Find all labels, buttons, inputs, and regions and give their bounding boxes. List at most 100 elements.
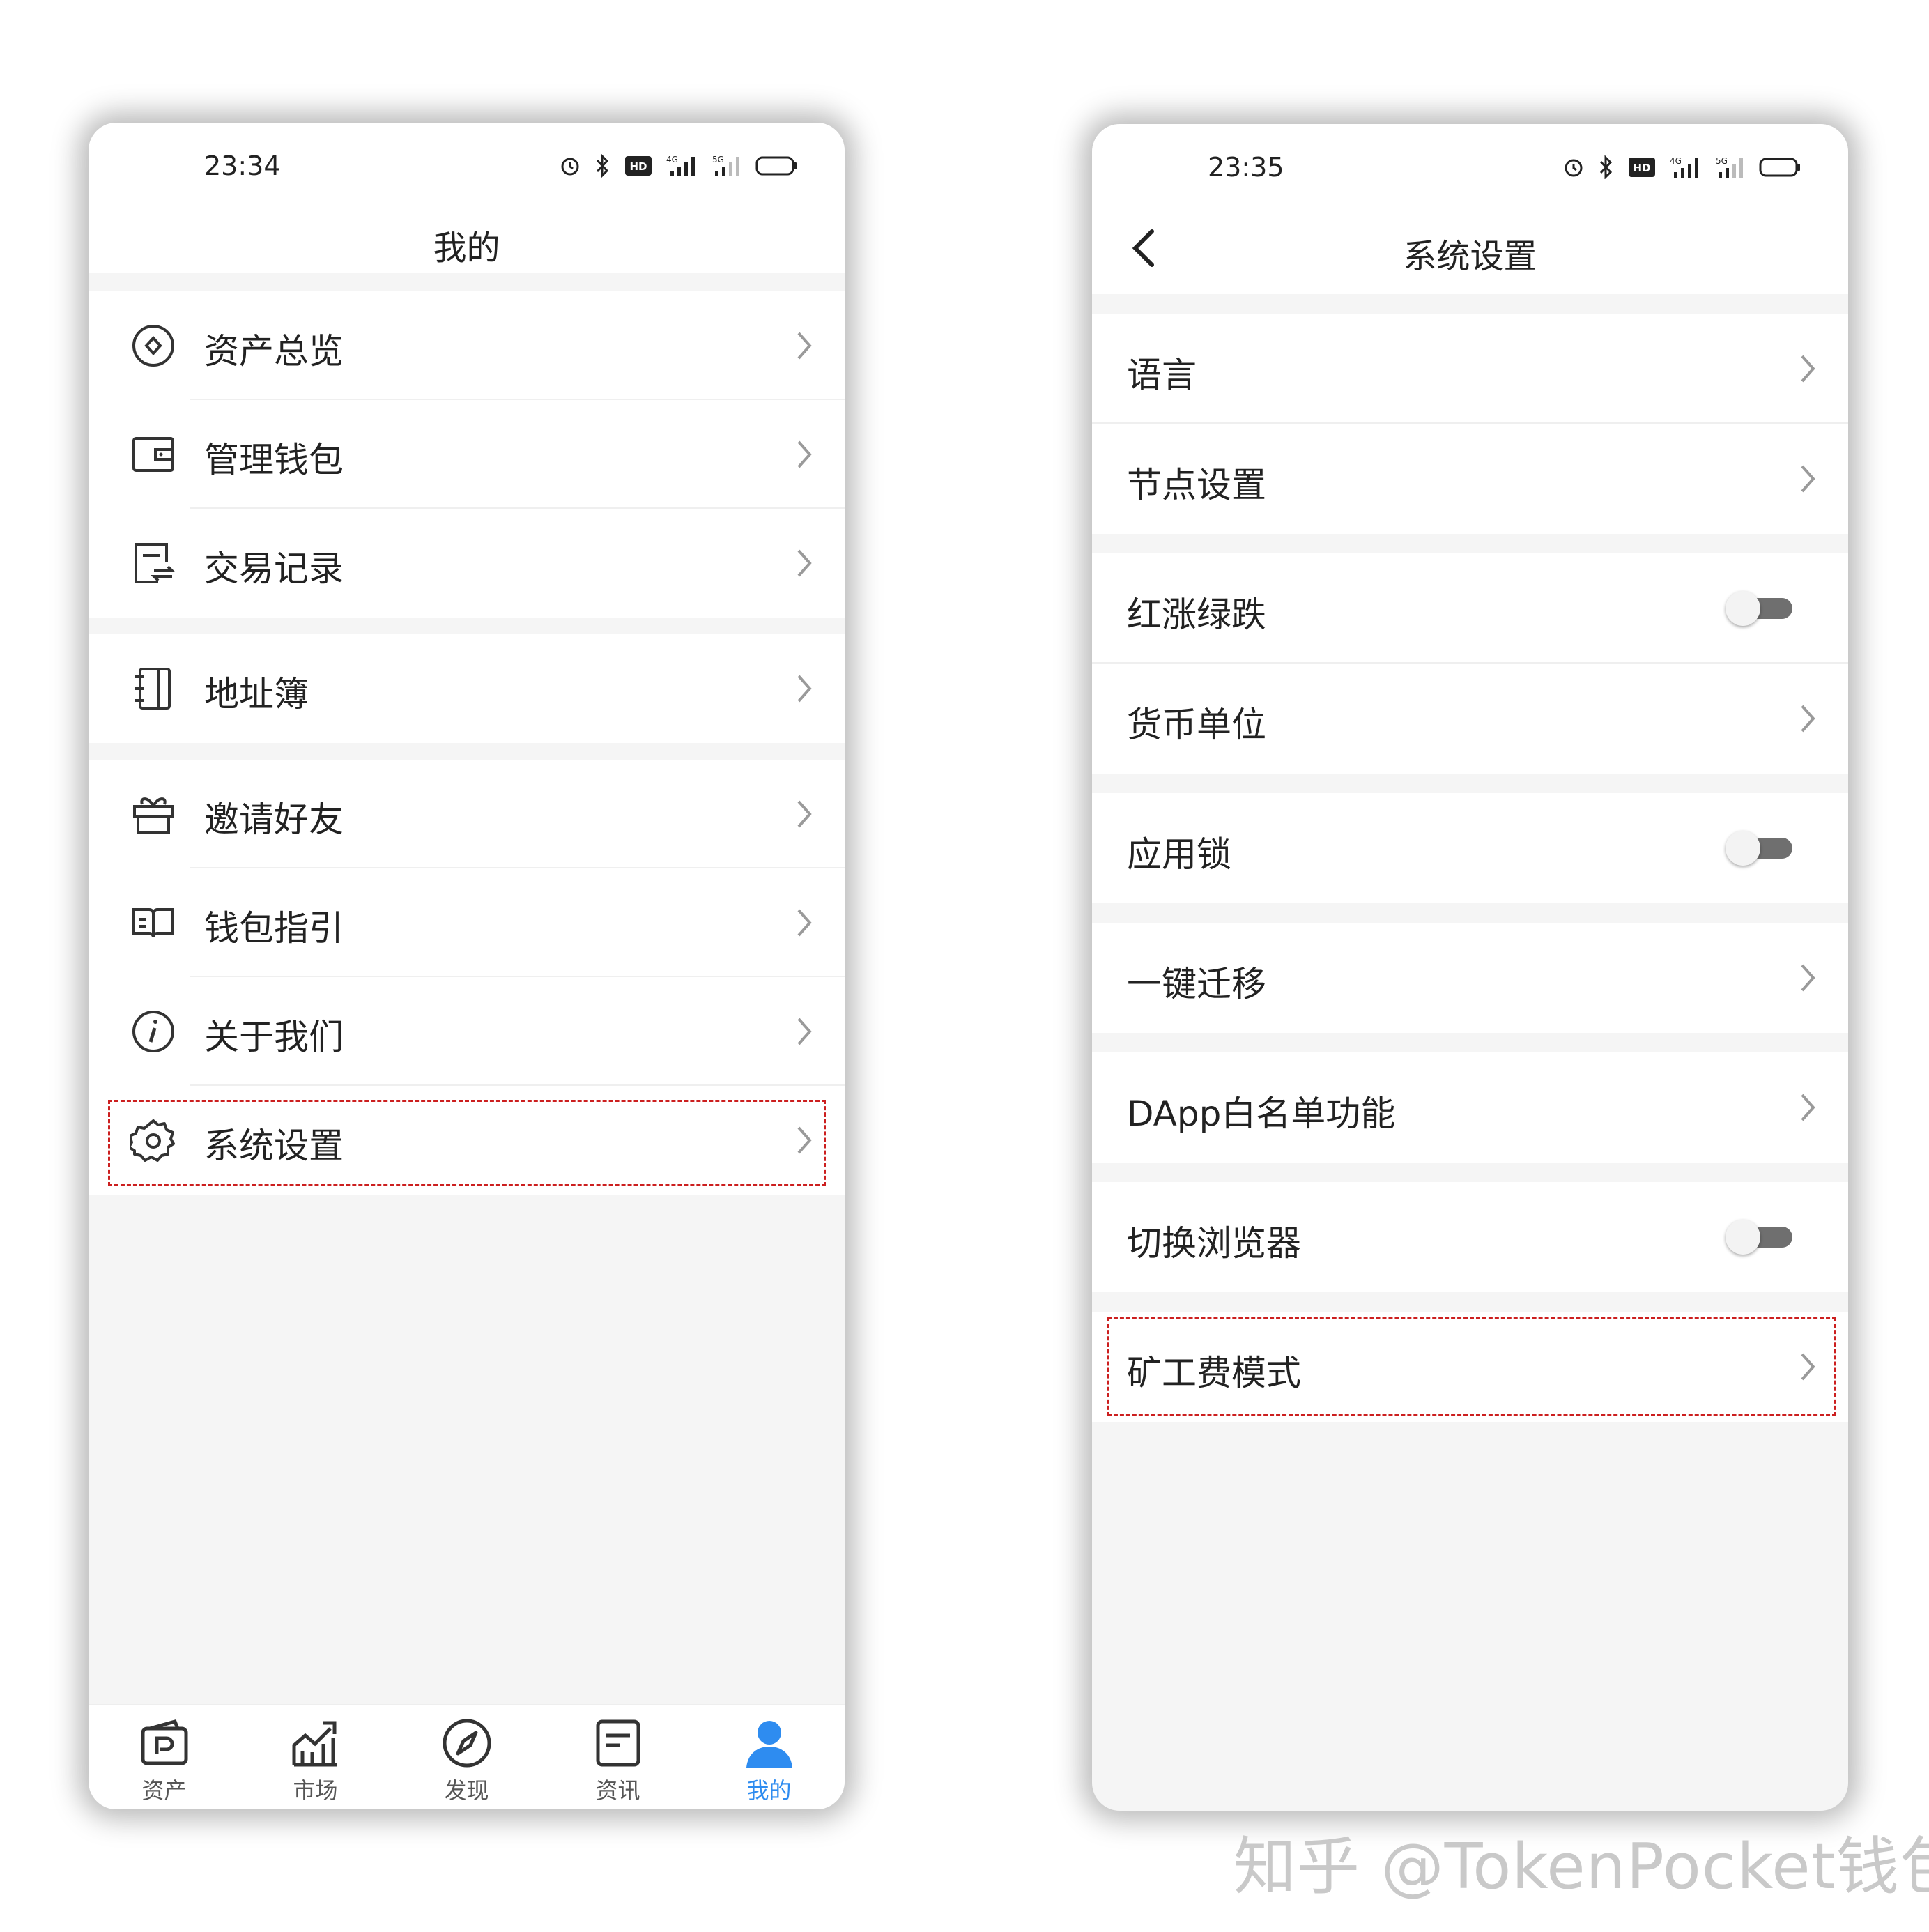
status-time: 23:35 (1208, 152, 1284, 183)
signal-5g-icon: 5G (1716, 156, 1743, 178)
setting-red-up-green-down[interactable]: 红涨绿跌 (1092, 553, 1848, 664)
setting-label: 红涨绿跌 (1127, 595, 1266, 635)
watermark: 知乎 @TokenPocket钱包 (1234, 1830, 1929, 1903)
menu-item-asset-overview[interactable]: 资产总览 (89, 291, 845, 400)
status-bar: 23:34 HD 4G 5G (89, 123, 845, 206)
chevron-right-icon (1801, 964, 1815, 992)
setting-node[interactable]: 节点设置 (1092, 424, 1848, 534)
tab-market[interactable]: 市场 (240, 1705, 391, 1809)
setting-label: DApp白名单功能 (1127, 1094, 1396, 1134)
tab-label: 市场 (293, 1777, 338, 1804)
svg-text:HD: HD (629, 160, 647, 173)
chevron-right-icon (797, 800, 812, 828)
info-icon (132, 1011, 174, 1052)
chevron-right-icon (797, 909, 812, 937)
setting-label: 切换浏览器 (1127, 1223, 1301, 1264)
signal-4g-icon: 4G (666, 155, 695, 176)
setting-currency-unit[interactable]: 货币单位 (1092, 664, 1848, 774)
bottom-tab-bar: 资产 市场 发现 资讯 我的 (89, 1704, 845, 1809)
hd-icon: HD (625, 156, 652, 176)
menu-item-about-us[interactable]: 关于我们 (89, 977, 845, 1086)
chevron-right-icon (1801, 465, 1815, 493)
chevron-right-icon (797, 332, 812, 360)
menu-item-address-book[interactable]: 地址簿 (89, 634, 845, 743)
chevron-right-icon (797, 440, 812, 468)
chevron-right-icon (797, 675, 812, 703)
phone-screen-my: 23:34 HD 4G 5G 我的 资产总览 管理钱包 交易记录 地址簿 邀请好… (89, 123, 845, 1809)
gift-icon (133, 797, 174, 834)
setting-dapp-whitelist[interactable]: DApp白名单功能 (1092, 1052, 1848, 1163)
setting-miner-fee-mode[interactable]: 矿工费模式 (1092, 1312, 1848, 1422)
menu-item-label: 系统设置 (204, 1126, 344, 1166)
tab-discover[interactable]: 发现 (391, 1705, 542, 1809)
menu-item-wallet-guide[interactable]: 钱包指引 (89, 868, 845, 977)
toggle-knob (1726, 1220, 1760, 1255)
page-title: 系统设置 (1403, 237, 1537, 276)
tab-label: 发现 (444, 1777, 489, 1804)
bluetooth-icon (1599, 155, 1613, 179)
setting-label: 矿工费模式 (1127, 1353, 1301, 1393)
tab-my[interactable]: 我的 (693, 1705, 845, 1809)
tab-news[interactable]: 资讯 (542, 1705, 693, 1809)
battery-icon (1759, 158, 1800, 177)
svg-text:5G: 5G (1716, 156, 1728, 166)
asset-overview-icon (132, 325, 174, 367)
setting-switch-browser[interactable]: 切换浏览器 (1092, 1182, 1848, 1292)
menu-item-label: 地址簿 (204, 674, 309, 714)
alarm-icon (1565, 159, 1583, 177)
tab-label: 我的 (746, 1777, 792, 1804)
tab-label: 资讯 (595, 1777, 640, 1804)
chevron-right-icon (1801, 1353, 1815, 1381)
nav-bar: 我的 (89, 206, 845, 273)
status-time: 23:34 (204, 151, 281, 181)
chevron-right-icon (1801, 1094, 1815, 1121)
address-book-icon (135, 668, 171, 710)
alarm-icon (561, 158, 579, 176)
menu-item-transaction-record[interactable]: 交易记录 (89, 509, 845, 618)
compass-icon (443, 1719, 491, 1768)
menu-item-system-settings[interactable]: 系统设置 (89, 1086, 845, 1195)
setting-app-lock[interactable]: 应用锁 (1092, 793, 1848, 903)
svg-text:4G: 4G (666, 155, 678, 164)
page-title: 我的 (433, 229, 500, 268)
signal-4g-icon: 4G (1670, 156, 1698, 178)
phone-screen-system-settings: 23:35 HD 4G 5G 系统设置 语言 节点设置 红涨绿跌 货币单位 应用… (1092, 124, 1848, 1811)
chevron-right-icon (797, 1018, 812, 1045)
red-up-green-down-toggle[interactable] (1726, 591, 1792, 626)
app-lock-toggle[interactable] (1726, 831, 1792, 866)
gear-icon (130, 1119, 175, 1162)
svg-text:5G: 5G (712, 155, 724, 164)
menu-item-label: 邀请好友 (204, 799, 344, 840)
news-tab-icon (596, 1719, 640, 1767)
menu-item-label: 钱包指引 (204, 908, 344, 949)
chevron-right-icon (797, 549, 812, 577)
menu-item-label: 关于我们 (204, 1017, 344, 1057)
setting-label: 语言 (1127, 355, 1197, 395)
setting-label: 一键迁移 (1127, 964, 1266, 1004)
chevron-right-icon (1801, 355, 1815, 383)
setting-language[interactable]: 语言 (1092, 314, 1848, 424)
toggle-knob (1726, 831, 1760, 866)
hd-icon: HD (1629, 158, 1655, 177)
signal-5g-icon: 5G (712, 155, 739, 176)
battery-icon (755, 156, 797, 176)
nav-bar: 系统设置 (1092, 208, 1848, 294)
menu-item-label: 管理钱包 (204, 440, 344, 480)
chevron-right-icon (1801, 705, 1815, 733)
switch-browser-toggle[interactable] (1726, 1220, 1792, 1255)
menu-item-label: 交易记录 (204, 549, 344, 589)
tab-assets[interactable]: 资产 (89, 1705, 240, 1809)
assets-tab-icon (141, 1719, 188, 1765)
toggle-knob (1726, 591, 1760, 626)
menu-item-invite-friends[interactable]: 邀请好友 (89, 760, 845, 868)
setting-label: 节点设置 (1127, 465, 1266, 505)
bluetooth-icon (596, 154, 609, 178)
tab-label: 资产 (141, 1777, 187, 1804)
transaction-record-icon (135, 543, 176, 583)
setting-one-click-migration[interactable]: 一键迁移 (1092, 923, 1848, 1033)
svg-text:4G: 4G (1670, 156, 1682, 166)
status-icons: HD 4G 5G (559, 152, 797, 180)
menu-item-manage-wallet[interactable]: 管理钱包 (89, 400, 845, 509)
market-tab-icon (292, 1721, 337, 1767)
setting-label: 应用锁 (1127, 834, 1231, 875)
